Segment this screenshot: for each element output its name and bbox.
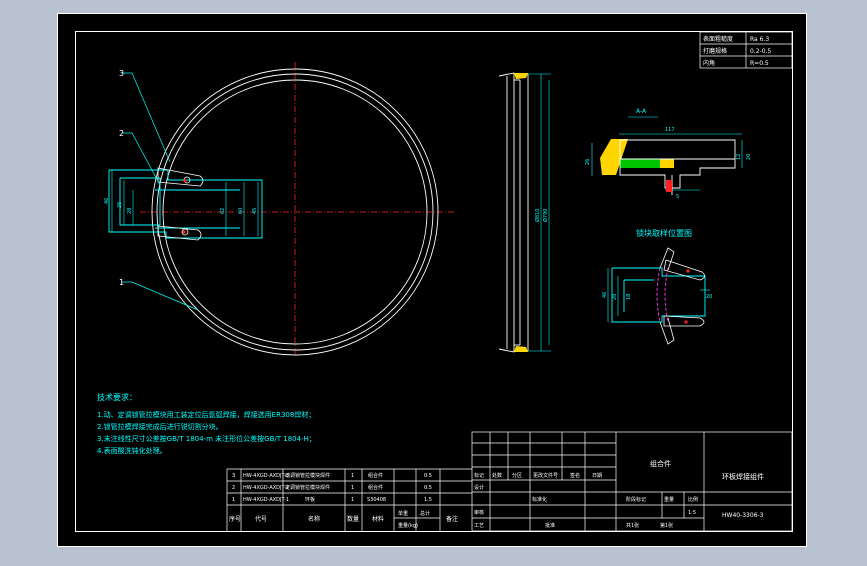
bom-h-0: 序号	[229, 515, 241, 523]
dim-front-4: 60	[238, 208, 244, 214]
notes-heading: 技术要求：	[97, 392, 137, 402]
unit-label: 组合件	[650, 459, 671, 468]
roughness-label-2: 内角	[703, 59, 715, 67]
note-line-3: 3.未注线性尺寸公差按GB/T 1804-m 未注形位公差按GB/T 1804-…	[97, 434, 316, 443]
dim-side-0: Ø810	[534, 209, 541, 222]
bom-r2-c4: S30408	[367, 497, 386, 503]
cad-viewport: 表面粗糙度 Ra 6.3 打磨规格 0.2-0.5 内角 R=0.5 3 2 1…	[0, 0, 867, 562]
bom-h-3: 数量	[347, 515, 359, 523]
note-line-2: 2.锁管拉模焊接完成后进行锐切割分块。	[97, 422, 223, 431]
bom-r0-c6: 0.5	[424, 473, 432, 479]
sign-h-1: 处数	[492, 472, 502, 479]
roughness-label-0: 表面粗糙度	[703, 35, 733, 43]
weight-label: 重量	[664, 496, 674, 503]
dim-front-1: 26	[117, 202, 123, 208]
sign-h-5: 日期	[592, 473, 602, 479]
role-process: 工艺	[474, 523, 484, 529]
sign-h-2: 分区	[512, 472, 522, 479]
section-pin	[666, 180, 672, 192]
dim-section-0: 117	[665, 127, 675, 133]
dim-front-3: 62	[220, 208, 226, 214]
part-name: 环板焊接组件	[722, 472, 764, 481]
note-line-4: 4.表面酸洗钝化处理。	[97, 446, 167, 455]
roughness-label-1: 打磨规格	[703, 47, 727, 55]
dim-front-0: 46	[104, 198, 110, 204]
part-label-3: 3	[119, 69, 124, 78]
bom-weight-label: 重量(kg)	[398, 522, 418, 529]
bom-r2-c1: HW-4XGD-AXDJT-1	[243, 497, 289, 503]
standardize-label: 标准化	[532, 496, 547, 503]
dim-block-0: 46	[602, 292, 608, 298]
bom-h-2: 名称	[308, 515, 320, 523]
dim-block-3: 20	[706, 294, 712, 300]
bom-h-5: 单重	[398, 510, 408, 517]
dim-section-3: 5	[676, 194, 679, 200]
roughness-value-2: R=0.5	[750, 60, 769, 67]
drawing-number: HW40-3306-3	[722, 512, 764, 519]
role-review: 审核	[474, 509, 484, 516]
bom-r1-c1: HW-4XGD-AXDJT-2	[243, 485, 289, 491]
scale-label: 比例	[688, 496, 698, 503]
roughness-value-1: 0.2-0.5	[750, 48, 771, 55]
bom-r1-c0: 2	[232, 485, 235, 491]
bom-r1-c6: 0.5	[424, 485, 432, 491]
bom-r0-c0: 3	[232, 473, 235, 479]
sign-h-3: 更改文件号	[533, 472, 558, 479]
sign-h-0: 标记	[474, 472, 484, 479]
bom-h-6: 总计	[420, 510, 430, 517]
part-label-1: 1	[119, 278, 124, 287]
bom-h-7: 备注	[446, 515, 458, 523]
sign-h-4: 签名	[570, 472, 580, 479]
roughness-value-0: Ra 6.3	[750, 36, 769, 43]
dim-block-1: 28	[612, 294, 618, 300]
block-view-title: 锁块取样位置图	[636, 228, 692, 238]
dim-block-2: 18	[626, 294, 632, 300]
dim-section-2: 12	[736, 154, 742, 160]
dim-section-1: 26	[585, 159, 591, 165]
bom-r0-c1: HW-4XGD-AXDJT-3	[243, 473, 289, 479]
dim-front-2: 28	[127, 208, 133, 214]
bom-r0-c2: 动调锁管拉模块焊件	[285, 472, 330, 479]
bom-h-4: 材料	[372, 515, 384, 523]
scale-value: 1:5	[688, 510, 696, 516]
bom-r1-c2: 定调锁管拉模块焊件	[285, 484, 330, 491]
bom-r2-c2: 环板	[305, 496, 315, 503]
section-title: A-A	[636, 108, 647, 115]
sheet-count: 共1张	[626, 522, 639, 529]
stage-label: 阶段标记	[626, 496, 646, 503]
approve-label: 批准	[545, 522, 555, 529]
bom-r1-c4: 组合件	[368, 484, 383, 491]
note-line-1: 1.动、定调锁管拉模块用工装定位后氩弧焊接，焊接选用ER308焊材；	[97, 410, 315, 419]
bom-r1-c3: 1	[351, 485, 354, 491]
bom-r2-c3: 1	[351, 497, 354, 503]
bom-r0-c4: 组合件	[368, 472, 383, 479]
sheet-number: 第1张	[660, 522, 673, 529]
dim-side-1: Ø790	[542, 209, 549, 222]
dim-front-5: 45	[252, 208, 258, 214]
bom-h-1: 代号	[255, 515, 267, 523]
bom-r0-c3: 1	[351, 473, 354, 479]
cad-drawing: 表面粗糙度 Ra 6.3 打磨规格 0.2-0.5 内角 R=0.5 3 2 1…	[57, 13, 807, 547]
role-design: 设计	[474, 484, 484, 491]
part-label-2: 2	[119, 129, 124, 138]
dim-section-4: 20	[746, 154, 752, 160]
bom-r2-c0: 1	[232, 497, 235, 503]
bom-r2-c6: 1.5	[424, 497, 432, 503]
